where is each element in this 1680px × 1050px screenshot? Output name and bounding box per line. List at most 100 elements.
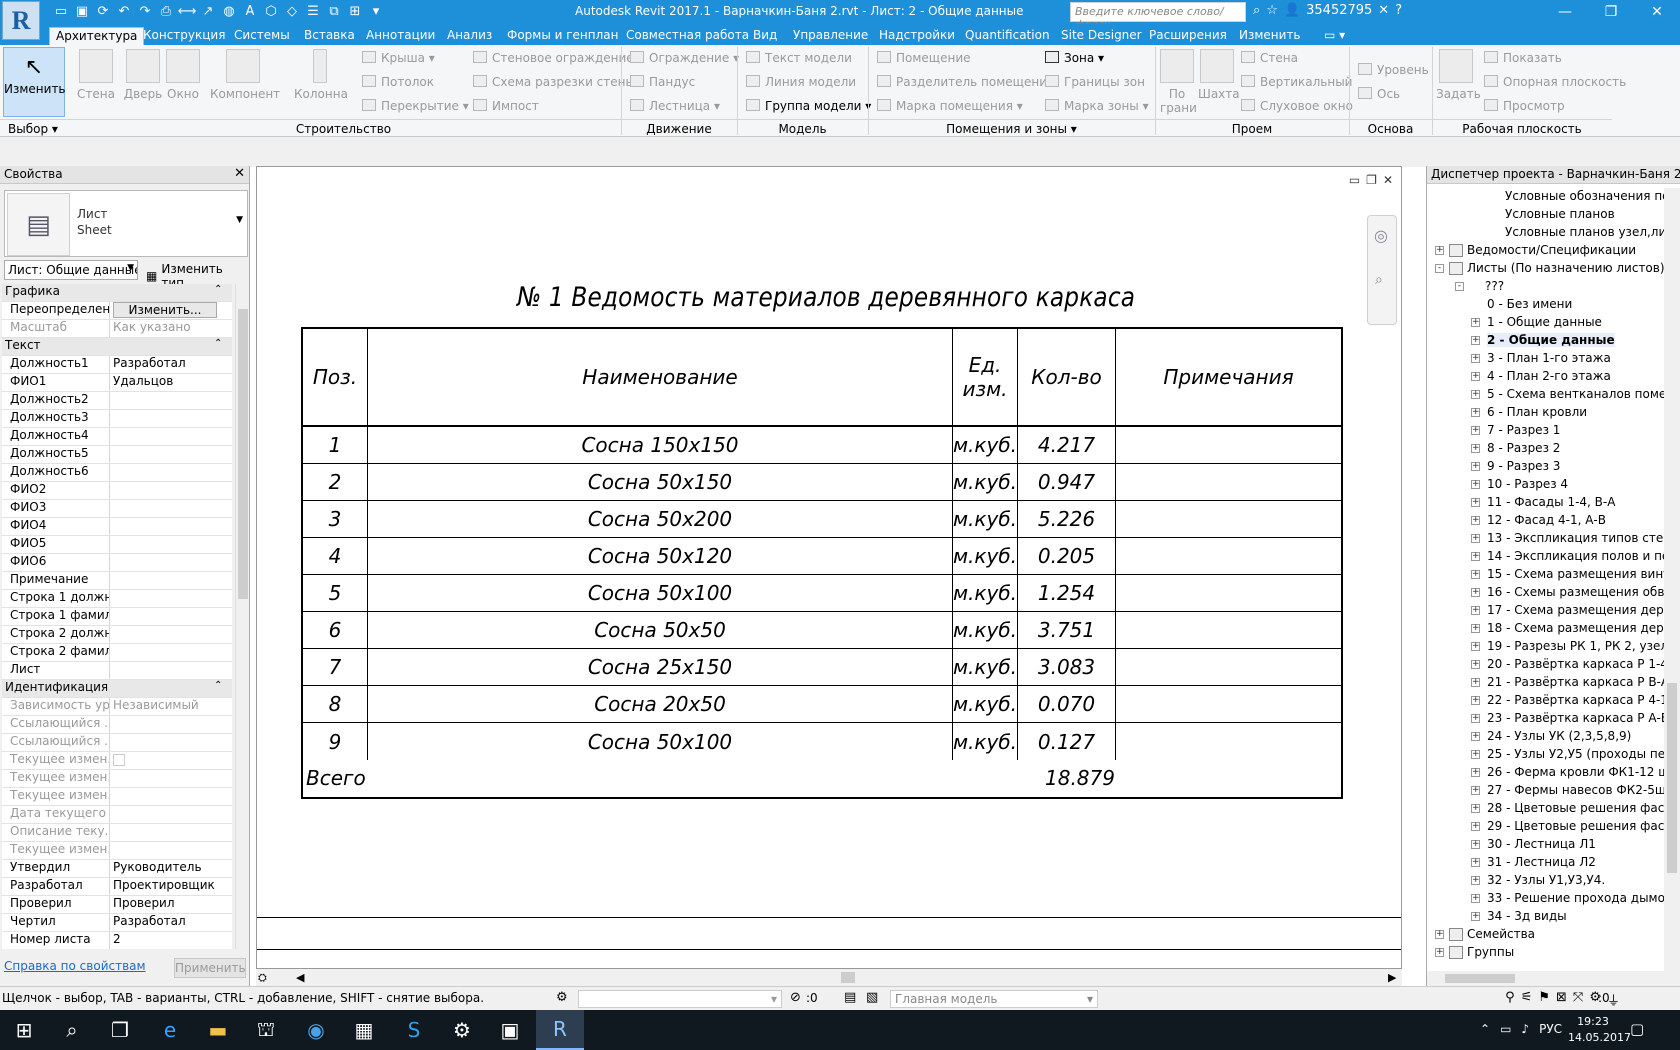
expand-icon[interactable]: + (1471, 354, 1480, 363)
property-row[interactable]: Зависимость ур...Независимый (2, 698, 232, 716)
property-row[interactable]: Масштаб Как указано (2, 320, 232, 338)
expand-icon[interactable]: + (1471, 372, 1480, 381)
tab-collaborate[interactable]: Совместная работа (626, 27, 749, 45)
language-indicator[interactable]: РУС (1539, 1022, 1562, 1036)
scroll-thumb[interactable] (841, 972, 855, 983)
design-options-icon[interactable]: ▤ (844, 990, 856, 1005)
property-row[interactable]: Строка 1 должн... (2, 590, 232, 608)
user-name[interactable]: 35452795 (1306, 3, 1372, 18)
design-option-select[interactable]: Главная модель ▾ (890, 990, 1098, 1008)
collapse-icon[interactable]: - (1435, 264, 1444, 273)
expand-icon[interactable]: + (1471, 588, 1480, 597)
tab-analyze[interactable]: Анализ (447, 27, 492, 45)
property-value[interactable] (110, 554, 232, 571)
collapse-group-icon[interactable]: ⌃ (214, 284, 228, 301)
property-row[interactable]: Утвердил Руководитель (2, 860, 232, 878)
undo-icon[interactable]: ↶ (115, 2, 133, 20)
help-icon[interactable]: ? (1395, 3, 1402, 18)
star-icon[interactable]: ☆ (1266, 3, 1278, 18)
property-value[interactable] (110, 626, 232, 643)
measure-icon[interactable]: ⟷ (178, 2, 197, 20)
property-value[interactable]: Изменить... (110, 302, 232, 319)
property-value[interactable] (110, 518, 232, 535)
properties-help-link[interactable]: Справка по свойствам (4, 959, 146, 973)
browser-node[interactable]: +5 - Схема вентканалов помещений (1427, 386, 1665, 404)
property-value[interactable] (110, 716, 232, 733)
property-value[interactable] (110, 608, 232, 625)
property-row[interactable]: Строка 2 фамил... (2, 644, 232, 662)
property-group-header[interactable]: Текст ⌃ (2, 338, 232, 356)
expand-icon[interactable]: + (1471, 822, 1480, 831)
property-value[interactable] (110, 428, 232, 445)
switch-windows-icon[interactable]: ⊞ (346, 2, 364, 20)
browser-node[interactable]: +21 - Развёртка каркаса Р В-А (1427, 674, 1665, 692)
browser-node[interactable]: +16 - Схемы размещения обвязки (1427, 584, 1665, 602)
task-view-icon[interactable]: ❐ (96, 1010, 144, 1050)
select-by-face-icon[interactable]: ⊠ (1556, 990, 1567, 1009)
property-value[interactable] (110, 536, 232, 553)
property-row[interactable]: ФИО4 (2, 518, 232, 536)
property-row[interactable]: Строка 1 фамил... (2, 608, 232, 626)
railing-button[interactable]: Ограждение ▾ (630, 51, 739, 65)
browser-node[interactable]: +27 - Фермы навесов ФК2-5шт, (1427, 782, 1665, 800)
expand-icon[interactable]: + (1471, 750, 1480, 759)
property-value[interactable] (110, 842, 232, 859)
property-group-header[interactable]: Графика ⌃ (2, 284, 232, 302)
component-button[interactable]: Компонент (210, 49, 280, 101)
expand-icon[interactable]: + (1471, 318, 1480, 327)
property-value[interactable] (110, 644, 232, 661)
property-row[interactable]: Должность1 Разработал (2, 356, 232, 374)
edit-overrides-button[interactable]: Изменить... (113, 302, 217, 318)
property-value[interactable] (110, 734, 232, 751)
expand-icon[interactable]: + (1471, 768, 1480, 777)
thin-lines-icon[interactable]: ☰ (304, 2, 322, 20)
view-restore-icon[interactable]: ❐ (1366, 173, 1377, 187)
expand-icon[interactable]: + (1471, 840, 1480, 849)
browser-node[interactable]: -??? (1427, 278, 1665, 296)
calculator-icon[interactable]: ▦ (340, 1010, 388, 1050)
tab-manage[interactable]: Управление (793, 27, 868, 45)
tab-architecture[interactable]: Архитектура (49, 27, 145, 45)
curtain-grid-button[interactable]: Схема разрезки стены (473, 75, 635, 89)
browser-node[interactable]: +28 - Цветовые решения фасадов (1427, 800, 1665, 818)
property-value[interactable] (110, 806, 232, 823)
browser-node[interactable]: +11 - Фасады 1-4, В-А (1427, 494, 1665, 512)
browser-node[interactable]: Условные планов узел,лист. (1427, 224, 1665, 242)
browser-node[interactable]: +25 - Узлы У2,У5 (проходы печных труб) (1427, 746, 1665, 764)
tab-massing[interactable]: Формы и генплан (507, 27, 619, 45)
curtain-system-button[interactable]: Стеновое ограждение (473, 51, 634, 65)
browser-node[interactable]: +7 - Разрез 1 (1427, 422, 1665, 440)
redo-icon[interactable]: ↷ (136, 2, 154, 20)
property-row[interactable]: Ссылающийся ... (2, 734, 232, 752)
skype-icon[interactable]: S (390, 1010, 438, 1050)
select-underlay-icon[interactable]: ⚟ (1521, 990, 1533, 1009)
tray-up-icon[interactable]: ⌃ (1480, 1022, 1490, 1036)
property-row[interactable]: Текущее измен... (2, 788, 232, 806)
type-dropdown-icon[interactable]: ▼ (236, 215, 243, 225)
wall-button[interactable]: Стена (76, 49, 116, 101)
browser-node[interactable]: + Группы (1427, 944, 1665, 962)
tab-site-designer[interactable]: Site Designer (1061, 27, 1142, 45)
area-button[interactable]: Зона ▾ (1045, 51, 1104, 65)
browser-node[interactable]: +18 - Схема размещения деревянного карка… (1427, 620, 1665, 638)
edge-icon[interactable]: e (146, 1010, 194, 1050)
property-row[interactable]: Должность6 (2, 464, 232, 482)
type-selector[interactable]: ▤ Лист Sheet ▼ (4, 190, 248, 257)
area-tag-button[interactable]: Марка зоны ▾ (1045, 99, 1149, 113)
set-workplane-button[interactable]: Задать (1436, 49, 1481, 101)
expand-icon[interactable]: + (1471, 696, 1480, 705)
property-row[interactable]: ФИО2 (2, 482, 232, 500)
expand-icon[interactable]: + (1471, 642, 1480, 651)
close-properties-icon[interactable]: ✕ (234, 166, 245, 181)
photos-icon[interactable]: ▣ (486, 1010, 534, 1050)
expand-icon[interactable]: + (1471, 552, 1480, 561)
expand-icon[interactable]: + (1471, 624, 1480, 633)
app-circle-icon[interactable]: ◉ (292, 1010, 340, 1050)
expand-icon[interactable]: + (1435, 246, 1444, 255)
scroll-thumb[interactable] (1445, 974, 1515, 983)
tab-annotate[interactable]: Аннотации (366, 27, 435, 45)
ref-plane-button[interactable]: Опорная плоскость (1484, 75, 1626, 89)
panel-rooms-label[interactable]: Помещения и зоны ▾ (868, 119, 1155, 137)
expand-icon[interactable]: + (1471, 894, 1480, 903)
browser-node[interactable]: +22 - Развёртка каркаса Р 4-1 (1427, 692, 1665, 710)
